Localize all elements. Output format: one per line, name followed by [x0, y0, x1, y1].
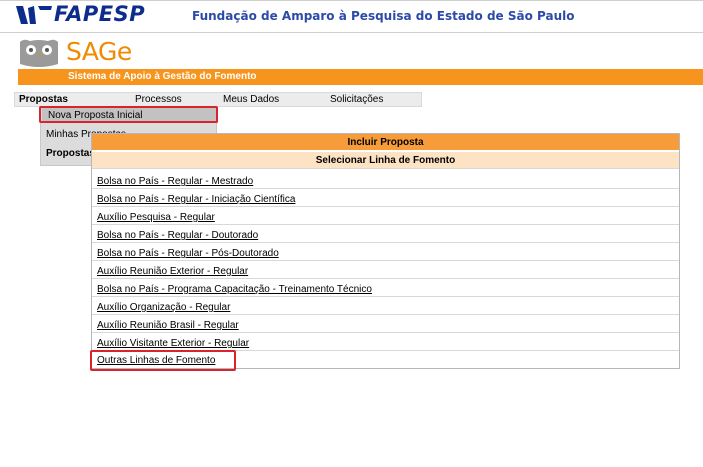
link-auxilio-visitante-exterior[interactable]: Auxílio Visitante Exterior - Regular: [97, 338, 249, 349]
menu-processos[interactable]: Processos: [135, 93, 182, 106]
row-divider: [92, 278, 679, 279]
link-bolsa-doutorado[interactable]: Bolsa no País - Regular - Doutorado: [97, 230, 258, 241]
owl-mascot-icon: [20, 39, 58, 67]
row-divider: [92, 188, 679, 189]
fapesp-wordmark: FAPESP: [54, 2, 146, 26]
row-divider: [92, 206, 679, 207]
link-auxilio-reuniao-exterior[interactable]: Auxílio Reunião Exterior - Regular: [97, 266, 248, 277]
link-bolsa-iniciacao[interactable]: Bolsa no País - Regular - Iniciação Cien…: [97, 194, 295, 205]
fapesp-logo: FAPESP: [14, 2, 154, 30]
header-divider: [0, 32, 703, 33]
sage-logo: SAGe: [66, 37, 132, 66]
row-divider: [92, 168, 679, 169]
link-bolsa-capacitacao[interactable]: Bolsa no País - Programa Capacitação - T…: [97, 284, 372, 295]
institution-title: Fundação de Amparo à Pesquisa do Estado …: [192, 9, 575, 23]
link-auxilio-pesquisa[interactable]: Auxílio Pesquisa - Regular: [97, 212, 215, 223]
menu-solicitacoes[interactable]: Solicitações: [330, 93, 383, 106]
row-divider: [92, 260, 679, 261]
table-title: Incluir Proposta: [347, 137, 424, 148]
row-divider: [92, 332, 679, 333]
link-auxilio-organizacao[interactable]: Auxílio Organização - Regular: [97, 302, 230, 313]
row-divider: [92, 296, 679, 297]
row-divider: [92, 224, 679, 225]
fapesp-emblem-icon: [16, 6, 52, 24]
row-divider: [92, 242, 679, 243]
link-bolsa-mestrado[interactable]: Bolsa no País - Regular - Mestrado: [97, 176, 253, 187]
highlight-box-outras-linhas: [90, 350, 236, 371]
menu-bar: Propostas Processos Meus Dados Solicitaç…: [14, 92, 422, 107]
menu-propostas[interactable]: Propostas: [19, 93, 68, 106]
link-bolsa-pos-doutorado[interactable]: Bolsa no País - Regular - Pós-Doutorado: [97, 248, 279, 259]
table-subtitle: Selecionar Linha de Fomento: [315, 155, 456, 166]
system-name: Sistema de Apoio à Gestão do Fomento: [68, 71, 257, 82]
menu-meus-dados[interactable]: Meus Dados: [223, 93, 279, 106]
link-auxilio-reuniao-brasil[interactable]: Auxílio Reunião Brasil - Regular: [97, 320, 239, 331]
highlight-box-nova-proposta: [39, 106, 218, 123]
row-divider: [92, 314, 679, 315]
top-rule: [0, 0, 703, 1]
